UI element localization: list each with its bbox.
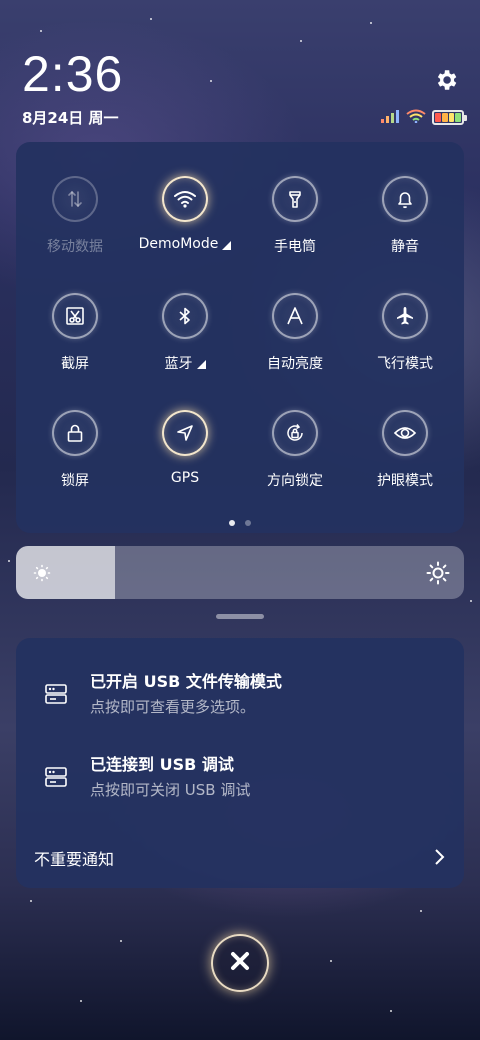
airplane-icon[interactable]: [382, 293, 428, 339]
notification-text: 点按即可查看更多选项。: [90, 698, 256, 716]
tile-label: 飞行模式: [377, 353, 433, 373]
usb-settings-icon: [44, 682, 68, 706]
tile-label: 移动数据: [47, 236, 103, 256]
tile-airplane[interactable]: 飞行模式: [349, 293, 461, 393]
tile-flashlight[interactable]: 手电筒: [239, 176, 351, 276]
tile-label: 自动亮度: [267, 353, 323, 373]
expand-triangle-icon[interactable]: [222, 240, 232, 250]
tile-rotation-lock[interactable]: 方向锁定: [239, 410, 351, 510]
tile-label: 方向锁定: [267, 470, 323, 490]
brightness-high-icon: [426, 546, 450, 599]
battery-icon: [432, 110, 467, 125]
unimportant-notifications-link[interactable]: 不重要通知: [34, 846, 114, 870]
page-indicator: [16, 520, 464, 526]
notification-title: 已连接到 USB 调试: [90, 755, 234, 774]
date: 8月24日 周一: [22, 109, 119, 127]
status-icons: [380, 108, 467, 127]
close-icon: [229, 950, 251, 976]
tile-bell[interactable]: 静音: [349, 176, 461, 276]
location-arrow-icon[interactable]: [162, 410, 208, 456]
page-dot-1[interactable]: [229, 520, 235, 526]
notification-text: 点按即可关闭 USB 调试: [90, 781, 251, 799]
tile-wifi[interactable]: DemoMode: [129, 176, 241, 276]
tile-label-text: 静音: [391, 239, 419, 255]
tile-label: 锁屏: [61, 470, 89, 490]
auto-brightness-icon[interactable]: [272, 293, 318, 339]
page-dot-2[interactable]: [245, 520, 251, 526]
tile-label: 截屏: [61, 353, 89, 373]
tile-eye[interactable]: 护眼模式: [349, 410, 461, 510]
tile-auto-brightness[interactable]: 自动亮度: [239, 293, 351, 393]
tile-label: DemoMode: [139, 236, 232, 252]
tile-label: 静音: [391, 236, 419, 256]
tile-label-text: 移动数据: [47, 239, 103, 255]
screenshot-icon[interactable]: [52, 293, 98, 339]
tile-label-text: 自动亮度: [267, 356, 323, 372]
tile-label-text: 蓝牙: [164, 356, 193, 372]
tile-label-text: 锁屏: [61, 473, 89, 489]
signal-icon: [380, 108, 400, 127]
notification-usb-debugging[interactable]: 已连接到 USB 调试 点按即可关闭 USB 调试: [16, 751, 464, 811]
notification-usb-transfer[interactable]: 已开启 USB 文件传输模式 点按即可查看更多选项。: [16, 668, 464, 728]
eye-icon[interactable]: [382, 410, 428, 456]
lock-icon[interactable]: [52, 410, 98, 456]
clear-all-button[interactable]: [211, 934, 269, 992]
tile-bluetooth[interactable]: 蓝牙: [129, 293, 241, 393]
tile-label-text: 手电筒: [274, 239, 316, 255]
expand-triangle-icon[interactable]: [196, 359, 206, 369]
tile-location-arrow[interactable]: GPS: [129, 410, 241, 510]
tile-label-text: 护眼模式: [377, 473, 433, 489]
brightness-low-icon: [32, 546, 52, 599]
mobile-data-icon[interactable]: [52, 176, 98, 222]
brightness-fill: [16, 546, 115, 599]
bell-icon[interactable]: [382, 176, 428, 222]
tile-label: 手电筒: [274, 236, 316, 256]
flashlight-icon[interactable]: [272, 176, 318, 222]
tile-label-text: GPS: [170, 470, 200, 486]
chevron-right-icon[interactable]: [432, 846, 448, 868]
tile-label-text: 方向锁定: [267, 473, 323, 489]
wifi-icon: [406, 108, 426, 127]
bluetooth-icon[interactable]: [162, 293, 208, 339]
tile-lock[interactable]: 锁屏: [19, 410, 131, 510]
quick-settings-panel: 移动数据 DemoMode 手电筒 静音截屏 蓝牙 自动亮度 飞行模式锁屏 GPS 方向锁定 护眼…: [16, 142, 464, 533]
clock: 2:36: [22, 46, 124, 102]
tile-screenshot[interactable]: 截屏: [19, 293, 131, 393]
usb-settings-icon: [44, 765, 68, 789]
drag-handle[interactable]: [216, 614, 264, 619]
tile-label-text: DemoMode: [138, 236, 219, 252]
tile-label: GPS: [171, 470, 199, 486]
tile-mobile-data[interactable]: 移动数据: [19, 176, 131, 276]
wifi-icon[interactable]: [162, 176, 208, 222]
tile-label: 护眼模式: [377, 470, 433, 490]
settings-gear-icon[interactable]: [430, 64, 462, 96]
brightness-slider[interactable]: [16, 546, 464, 599]
notification-title: 已开启 USB 文件传输模式: [90, 672, 282, 691]
tile-label-text: 截屏: [61, 356, 89, 372]
rotation-lock-icon[interactable]: [272, 410, 318, 456]
tile-label: 蓝牙: [165, 353, 206, 373]
tile-label-text: 飞行模式: [377, 356, 433, 372]
notification-panel: 已开启 USB 文件传输模式 点按即可查看更多选项。 已连接到 USB 调试 点…: [16, 638, 464, 888]
